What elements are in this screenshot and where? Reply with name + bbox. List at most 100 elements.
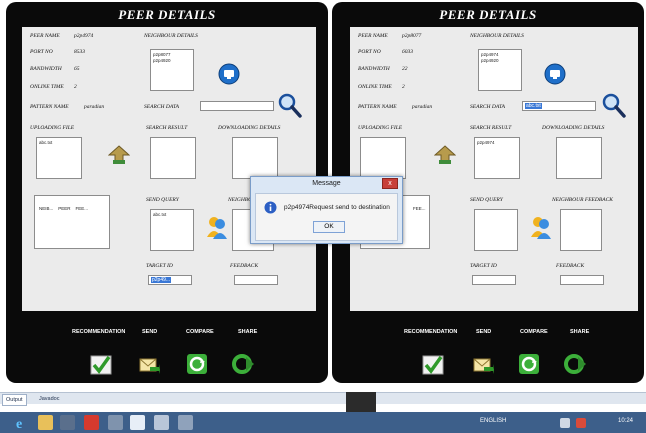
feedback-label: FEEDBACK <box>556 263 585 269</box>
javadoc-tab[interactable]: Javadoc <box>36 394 63 404</box>
share-button[interactable] <box>564 353 586 375</box>
users-icon[interactable] <box>206 215 228 239</box>
uploading-file-label: UPLOADING FILE <box>30 125 75 131</box>
neighbour-item[interactable]: p2p4920 <box>151 58 193 64</box>
clock[interactable]: 10:24 <box>618 418 633 424</box>
neighbour-list[interactable]: p2p4974 p2p4920 <box>478 49 522 91</box>
ok-button[interactable]: OK <box>313 221 345 233</box>
target-id-input[interactable]: p2p49... <box>148 275 192 285</box>
recommendation-button[interactable] <box>90 353 112 375</box>
uploading-file-label: UPLOADING FILE <box>358 125 403 131</box>
users-icon[interactable] <box>530 215 552 239</box>
neighbour-feedback-label: NEIGHBOUR FEEDBACK <box>552 197 613 203</box>
recommendation-button[interactable] <box>422 353 444 375</box>
downloading-details-label: DOWNLOADING DETAILS <box>218 125 281 131</box>
peer-details-panel: PEER NAME p2p8077 PORT NO 6033 BANDWIDTH… <box>350 27 638 311</box>
search-result-list[interactable] <box>150 137 196 179</box>
neighbour-details-label: NEIGHBOUR DETAILS <box>144 33 198 39</box>
background-gap <box>346 392 376 412</box>
share-button[interactable] <box>232 353 254 375</box>
ide-output-tabs: Output Javadoc <box>0 392 646 406</box>
neighbour-list[interactable]: p2p8077 p2p4920 <box>150 49 194 91</box>
volume-icon[interactable] <box>560 418 570 428</box>
send-button[interactable] <box>138 353 160 375</box>
online-time-label: ONLINE TIME <box>30 84 64 90</box>
upload-icon[interactable] <box>434 145 456 165</box>
uploading-file-list[interactable]: abc.txt <box>36 137 82 179</box>
ie-icon[interactable]: e <box>14 415 29 430</box>
compare-button[interactable] <box>518 353 540 375</box>
port-label: PORT NO <box>358 49 381 55</box>
search-magnifier-icon[interactable] <box>602 93 626 119</box>
peer-name-label: PEER NAME <box>30 33 60 39</box>
table-col-header[interactable]: NEIB... <box>39 206 53 211</box>
peer-details-panel: PEER NAME p2p4974 PORT NO 8533 BANDWIDTH… <box>22 27 316 311</box>
search-data-input[interactable] <box>200 101 274 111</box>
netbeans-icon[interactable] <box>154 415 169 430</box>
bandwidth-label: BANDWIDTH <box>30 66 62 72</box>
search-magnifier-icon[interactable] <box>278 93 302 119</box>
neighbour-item[interactable]: p2p8077 <box>151 50 193 58</box>
output-tab[interactable]: Output <box>2 394 27 406</box>
keyboard-language[interactable]: ENGLISH <box>480 418 506 424</box>
downloading-details-list[interactable] <box>556 137 602 179</box>
feedback-input[interactable] <box>234 275 278 285</box>
share-label: SHARE <box>238 329 258 335</box>
upload-item[interactable]: abc.txt <box>37 138 81 146</box>
window-app-icon[interactable] <box>178 415 193 430</box>
port-label: PORT NO <box>30 49 53 55</box>
dialog-close-button[interactable]: x <box>382 178 398 189</box>
send-query-item[interactable]: abc.txt <box>151 210 193 218</box>
neighbour-feedback-box[interactable] <box>560 209 602 251</box>
online-time-label: ONLINE TIME <box>358 84 392 90</box>
feedback-input[interactable] <box>560 275 604 285</box>
table-col-header[interactable]: FEE... <box>76 206 89 211</box>
recommendation-label: RECOMMENDATION <box>404 329 458 335</box>
peer-name-value: p2p4974 <box>74 33 94 39</box>
neighbour-item[interactable]: p2p4974 <box>479 50 521 58</box>
online-time-value: 2 <box>74 84 77 90</box>
send-button[interactable] <box>472 353 494 375</box>
pattern-name-value: paradian <box>84 104 105 110</box>
pattern-name-label: PATTERN NAME <box>358 104 397 110</box>
media-icon[interactable] <box>60 415 75 430</box>
network-globe-icon[interactable] <box>218 63 240 85</box>
target-id-input[interactable] <box>472 275 516 285</box>
peer-table[interactable]: NEIB... PEER FEE... <box>34 195 110 249</box>
pdf-reader-icon[interactable] <box>84 415 99 430</box>
search-data-value: abc.txt <box>525 103 542 109</box>
message-dialog: Message x p2p4974Request send to destina… <box>250 176 403 244</box>
pattern-name-value: paradian <box>412 104 433 110</box>
info-icon <box>264 201 277 214</box>
send-query-box[interactable]: abc.txt <box>150 209 194 251</box>
search-data-label: SEARCH DATA <box>144 104 179 110</box>
search-result-item[interactable]: p2p4974 <box>475 138 519 146</box>
neighbour-details-label: NEIGHBOUR DETAILS <box>470 33 524 39</box>
table-col-header[interactable]: FEE... <box>413 206 426 211</box>
neighbour-item[interactable]: p2p4920 <box>479 58 521 64</box>
peer-name-label: PEER NAME <box>358 33 388 39</box>
network-globe-icon[interactable] <box>544 63 566 85</box>
upload-icon[interactable] <box>108 145 130 165</box>
java-icon[interactable] <box>130 415 145 430</box>
file-explorer-icon[interactable] <box>38 415 53 430</box>
search-data-input[interactable]: abc.txt <box>522 101 596 111</box>
network-icon[interactable] <box>576 418 586 428</box>
search-result-list[interactable]: p2p4974 <box>474 137 520 179</box>
uploading-file-list[interactable] <box>360 137 406 179</box>
pattern-name-label: PATTERN NAME <box>30 104 69 110</box>
downloading-details-label: DOWNLOADING DETAILS <box>542 125 605 131</box>
app-icon[interactable] <box>108 415 123 430</box>
bandwidth-label: BANDWIDTH <box>358 66 390 72</box>
peer-name-value: p2p8077 <box>402 33 422 39</box>
search-result-label: SEARCH RESULT <box>470 125 512 131</box>
taskbar: e ENGLISH 10:24 <box>0 412 646 433</box>
table-col-header[interactable]: PEER <box>58 206 70 211</box>
downloading-details-list[interactable] <box>232 137 278 179</box>
dialog-title: Message <box>312 180 341 187</box>
dialog-body: p2p4974Request send to destination OK <box>255 193 398 241</box>
send-query-box[interactable] <box>474 209 518 251</box>
send-query-label: SEND QUERY <box>146 197 179 203</box>
send-label: SEND <box>142 329 158 335</box>
compare-button[interactable] <box>186 353 208 375</box>
